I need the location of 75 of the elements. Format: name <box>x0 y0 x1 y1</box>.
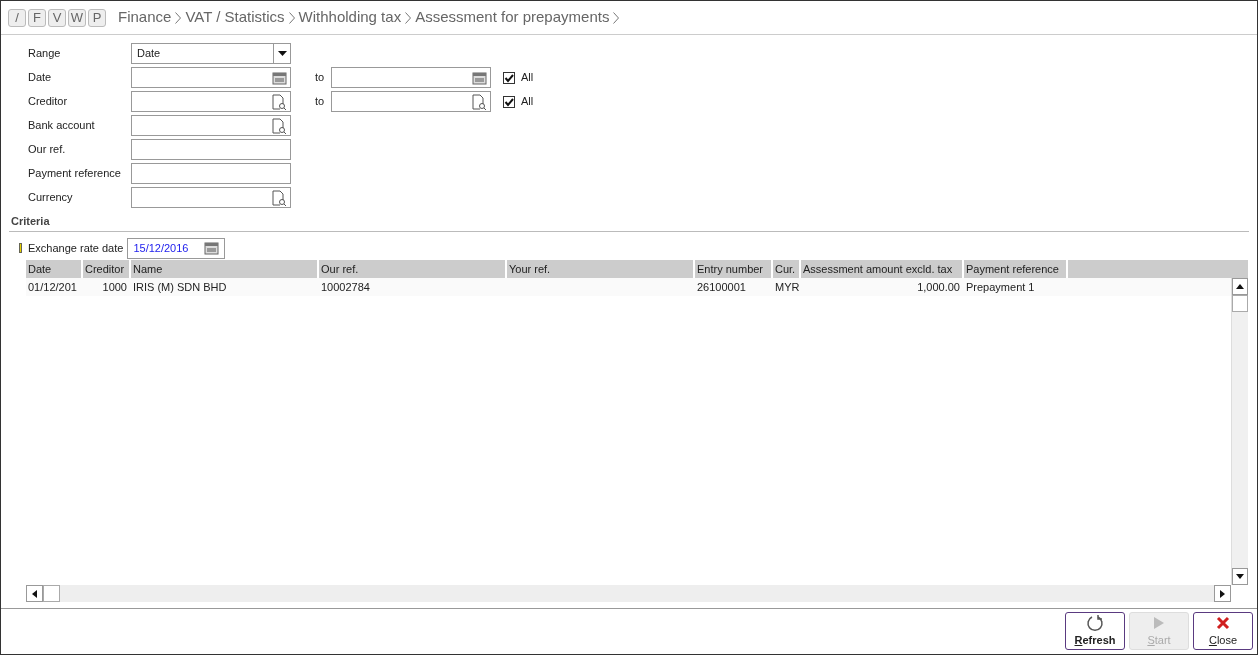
play-icon <box>1153 615 1165 630</box>
field-label: Range <box>28 46 62 62</box>
column-header[interactable]: Our ref. <box>319 259 505 278</box>
scroll-down-icon[interactable] <box>1232 568 1248 585</box>
field-label: Bank account <box>28 118 96 134</box>
checkbox[interactable] <box>503 71 515 84</box>
input-field[interactable] <box>131 91 291 112</box>
field-label: to <box>314 94 326 110</box>
date-field[interactable]: 15/12/2016 <box>127 237 226 259</box>
scroll-right-icon[interactable] <box>1214 585 1231 602</box>
dropdown[interactable]: Date <box>131 43 291 64</box>
column-header[interactable]: Assessment amount excld. tax <box>801 259 962 278</box>
column-header[interactable]: Payment reference <box>964 259 1066 278</box>
field-label: Payment reference <box>28 166 122 182</box>
input-field[interactable] <box>131 187 291 208</box>
chevron-icon <box>175 11 182 24</box>
lookup-icon[interactable] <box>271 93 287 110</box>
checkbox[interactable] <box>503 95 515 108</box>
field-label: to <box>314 70 326 86</box>
mode-button[interactable]: F <box>28 8 46 27</box>
input-field[interactable] <box>131 67 291 88</box>
table-cell-text: 01/12/201 <box>27 279 78 295</box>
mode-button[interactable]: P <box>88 8 106 27</box>
horizontal-scrollbar[interactable] <box>26 585 1231 602</box>
breadcrumb-link[interactable]: Finance <box>118 6 172 29</box>
column-header[interactable]: Date <box>26 259 81 278</box>
chevron-icon <box>288 11 295 24</box>
table-cell-text: 26100001 <box>696 279 747 295</box>
breadcrumb-link[interactable]: Withholding tax <box>298 6 402 29</box>
mode-button[interactable]: W <box>68 8 86 27</box>
input-field[interactable] <box>131 139 291 160</box>
field-label: Exchange rate date <box>28 240 124 256</box>
table-cell-text: IRIS (M) SDN BHD <box>132 279 228 295</box>
lookup-icon[interactable] <box>271 189 287 206</box>
column-header[interactable]: Your ref. <box>507 259 693 278</box>
table-cell-text: Prepayment 1 <box>965 279 1036 295</box>
calendar-icon[interactable] <box>272 70 287 85</box>
calendar-icon[interactable] <box>204 241 220 255</box>
breadcrumb-link[interactable]: Assessment for prepayments <box>415 6 610 29</box>
field-label: Our ref. <box>28 142 67 158</box>
input-field[interactable] <box>331 91 491 112</box>
lookup-icon[interactable] <box>471 93 487 110</box>
field-label: Currency <box>28 190 74 206</box>
chevron-icon <box>613 11 620 24</box>
column-header[interactable]: Cur. <box>773 259 799 278</box>
mode-button[interactable]: / <box>8 8 26 27</box>
column-header[interactable]: Creditor <box>83 259 129 278</box>
input-field[interactable] <box>131 163 291 184</box>
field-label: Creditor <box>28 94 69 110</box>
calendar-icon[interactable] <box>472 70 487 85</box>
checkbox-label: All <box>521 70 534 86</box>
mandatory-marker-icon <box>19 243 22 253</box>
breadcrumb-link[interactable]: VAT / Statistics <box>185 6 285 29</box>
close-icon <box>1216 615 1230 630</box>
input-field[interactable] <box>331 67 491 88</box>
action-button[interactable]: Close <box>1193 612 1253 650</box>
column-header[interactable]: Entry number <box>695 259 771 278</box>
column-header[interactable]: Name <box>131 259 317 278</box>
lookup-icon[interactable] <box>271 117 287 134</box>
section-title: Criteria <box>10 215 50 227</box>
input-field[interactable] <box>131 115 291 136</box>
action-button[interactable]: Refresh <box>1065 612 1125 650</box>
table-cell-text: MYR <box>774 279 799 295</box>
field-label: Date <box>28 70 53 86</box>
chevron-icon <box>405 11 412 24</box>
scroll-thumb[interactable] <box>43 585 60 602</box>
table-cell-text: 1,000.00 <box>916 279 961 295</box>
vertical-scrollbar[interactable] <box>1231 277 1248 585</box>
dropdown-arrow-icon[interactable] <box>273 44 290 63</box>
table-cell-text: 1000 <box>101 279 128 295</box>
scroll-left-icon[interactable] <box>26 585 43 602</box>
table-cell-text: 10002784 <box>320 279 371 295</box>
mode-button[interactable]: V <box>48 8 66 27</box>
refresh-icon <box>1086 613 1104 632</box>
checkbox-label: All <box>521 94 534 110</box>
